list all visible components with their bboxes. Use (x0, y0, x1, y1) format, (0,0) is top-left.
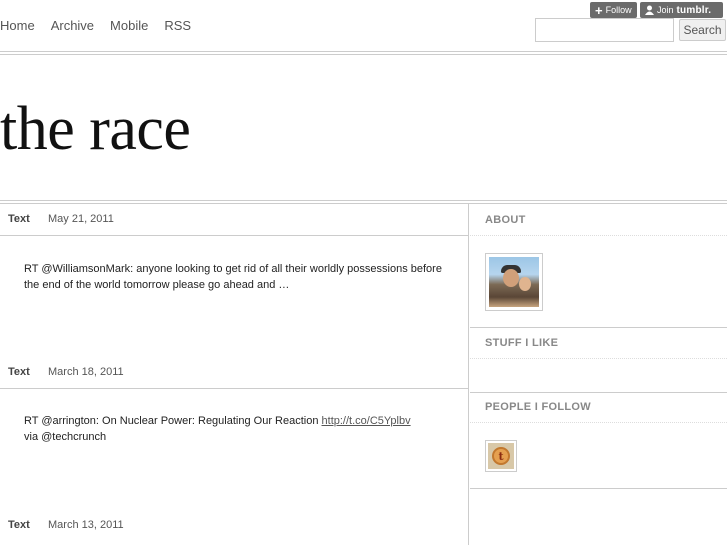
avatar-photo (489, 257, 539, 307)
divider (470, 422, 727, 423)
avatar[interactable] (485, 253, 543, 311)
post-text: via @techcrunch (24, 431, 107, 443)
nav-home[interactable]: Home (0, 18, 35, 33)
post-type[interactable]: Text (8, 213, 30, 225)
divider (470, 358, 727, 359)
divider (470, 488, 727, 489)
join-tumblr-button[interactable]: Join tumblr. (640, 2, 723, 18)
follow-button[interactable]: + Follow (590, 2, 637, 18)
post-type[interactable]: Text (8, 366, 30, 378)
post-type[interactable]: Text (8, 519, 30, 531)
post-body: RT @arrington: On Nuclear Power: Regulat… (24, 413, 444, 445)
post-date[interactable]: March 13, 2011 (48, 519, 124, 531)
sidebar: ABOUT STUFF I LIKE PEOPLE I FOLLOW t (470, 204, 727, 545)
main-nav: Home Archive Mobile RSS (0, 18, 207, 33)
tumblr-logo: tumblr. (676, 4, 712, 16)
divider (470, 327, 727, 328)
post-meta: Text March 18, 2011 (0, 357, 469, 389)
join-label: Join (657, 5, 674, 15)
face2 (519, 277, 531, 291)
post-meta: Text May 21, 2011 (0, 204, 469, 236)
nav-rss[interactable]: RSS (164, 18, 191, 33)
post-link[interactable]: http://t.co/C5Yplbv (322, 415, 411, 427)
search-button[interactable]: Search (679, 19, 726, 41)
posts-column: Text May 21, 2011 RT @WilliamsonMark: an… (0, 204, 469, 545)
follow-img: t (488, 443, 514, 469)
post-date[interactable]: March 18, 2011 (48, 366, 124, 378)
people-i-follow-heading: PEOPLE I FOLLOW (485, 401, 591, 413)
header-divider-top (0, 51, 727, 52)
divider (0, 388, 469, 389)
divider (0, 235, 469, 236)
nav-archive[interactable]: Archive (51, 18, 94, 33)
divider (470, 392, 727, 393)
tumblr-badge-icon: t (492, 447, 510, 465)
post-meta: Text March 13, 2011 (0, 510, 469, 542)
header-divider-bottom (0, 54, 727, 55)
follow-label: Follow (605, 5, 632, 15)
followed-blog-avatar[interactable]: t (485, 440, 517, 472)
title-divider-top (0, 200, 727, 201)
nav-mobile[interactable]: Mobile (110, 18, 148, 33)
about-heading: ABOUT (485, 214, 526, 226)
stuff-i-like-heading: STUFF I LIKE (485, 337, 559, 349)
plus-icon: + (595, 2, 603, 18)
post-text: RT @arrington: On Nuclear Power: Regulat… (24, 415, 322, 427)
site-title[interactable]: the race (0, 94, 191, 164)
user-icon (645, 5, 654, 15)
post-body: RT @WilliamsonMark: anyone looking to ge… (24, 263, 442, 291)
divider (470, 235, 727, 236)
face1 (503, 269, 519, 287)
search-input[interactable] (535, 18, 674, 42)
post-date[interactable]: May 21, 2011 (48, 213, 114, 225)
